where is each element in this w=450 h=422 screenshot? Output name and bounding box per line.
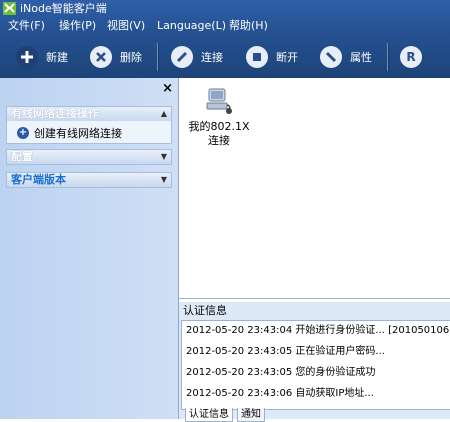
menu-help[interactable]: 帮助(H): [229, 18, 268, 33]
log-entry: 2012-05-20 23:43:05 正在验证用户密码...: [186, 346, 385, 357]
disconnect-icon: [246, 46, 268, 68]
auth-log[interactable]: 2012-05-20 23:43:04 开始进行身份验证... [2010501…: [181, 320, 450, 410]
section-title: 有线网络连接操作: [11, 107, 99, 120]
menu-bar: 文件(F) 操作(P) 视图(V) Language(L) 帮助(H): [0, 17, 450, 34]
tab-auth-info[interactable]: 认证信息: [185, 408, 233, 422]
window-title: iNode智能客户端: [20, 2, 107, 15]
connection-name-line2: 连接: [208, 134, 230, 147]
menu-operate[interactable]: 操作(P): [59, 18, 96, 33]
new-button-label: 新建: [46, 51, 68, 64]
menu-language[interactable]: Language(L): [157, 18, 226, 33]
connections-area: 我的802.1X 连接: [179, 78, 450, 299]
window-chrome: iNode智能客户端 文件(F) 操作(P) 视图(V) Language(L)…: [0, 0, 450, 78]
connection-item[interactable]: 我的802.1X 连接: [187, 85, 251, 148]
toolbar-separator: [157, 43, 159, 71]
new-button[interactable]: 新建: [16, 45, 68, 69]
section-title: 配置: [11, 150, 33, 163]
disconnect-button-label: 断开: [276, 51, 298, 64]
auth-tabs: 认证信息 通知: [181, 408, 450, 422]
section-title: 客户端版本: [11, 173, 66, 186]
connect-button-label: 连接: [201, 51, 223, 64]
r-button[interactable]: R: [400, 45, 422, 69]
properties-button-label: 属性: [350, 51, 372, 64]
properties-button[interactable]: 属性: [320, 45, 372, 69]
connect-button[interactable]: 连接: [171, 45, 223, 69]
create-wired-connection-label: 创建有线网络连接: [34, 127, 122, 140]
delete-x-icon: [90, 46, 112, 68]
sidebar-close-icon[interactable]: ×: [162, 81, 173, 96]
menu-view[interactable]: 视图(V): [107, 18, 145, 33]
auth-info-title: 认证信息: [183, 304, 227, 317]
section-wired-ops-header[interactable]: 有线网络连接操作 ▲: [6, 106, 172, 122]
chevron-up-icon: ▲: [160, 109, 167, 118]
delete-button-label: 删除: [120, 51, 142, 64]
create-wired-connection-link[interactable]: + 创建有线网络连接: [17, 125, 122, 141]
title-bar: iNode智能客户端: [0, 0, 450, 17]
chevron-down-icon: ▼: [160, 175, 167, 184]
section-client-version-header[interactable]: 客户端版本 ▼: [6, 172, 172, 188]
disconnect-button[interactable]: 断开: [246, 45, 298, 69]
section-config-header[interactable]: 配置 ▼: [6, 149, 172, 165]
log-entry: 2012-05-20 23:43:04 开始进行身份验证... [2010501…: [186, 325, 450, 336]
connection-name-line1: 我的802.1X: [188, 120, 250, 133]
toolbar-separator: [387, 43, 389, 71]
delete-button[interactable]: 删除: [90, 45, 142, 69]
chevron-down-icon: ▼: [160, 152, 167, 161]
r-icon: R: [400, 46, 422, 68]
network-connection-icon: [206, 88, 232, 114]
sidebar-header: ×: [0, 78, 178, 100]
plus-icon: [16, 46, 38, 68]
toolbar: 新建 删除 连接 断开 属性 R: [0, 37, 450, 76]
sidebar: × 有线网络连接操作 ▲ + 创建有线网络连接 配置 ▼ 客户端版本 ▼: [0, 78, 179, 419]
auth-info-panel: 认证信息 2012-05-20 23:43:04 开始进行身份验证... [20…: [179, 302, 450, 422]
log-entry: 2012-05-20 23:43:05 您的身份验证成功: [186, 367, 376, 378]
menu-file[interactable]: 文件(F): [8, 18, 45, 33]
log-entry: 2012-05-20 23:43:06 自动获取IP地址...: [186, 388, 374, 399]
app-logo-icon: [3, 2, 16, 15]
section-wired-ops-body: + 创建有线网络连接: [6, 121, 172, 144]
tab-notification[interactable]: 通知: [237, 408, 265, 422]
plus-icon: +: [17, 127, 29, 139]
properties-icon: [320, 46, 342, 68]
connect-icon: [171, 46, 193, 68]
